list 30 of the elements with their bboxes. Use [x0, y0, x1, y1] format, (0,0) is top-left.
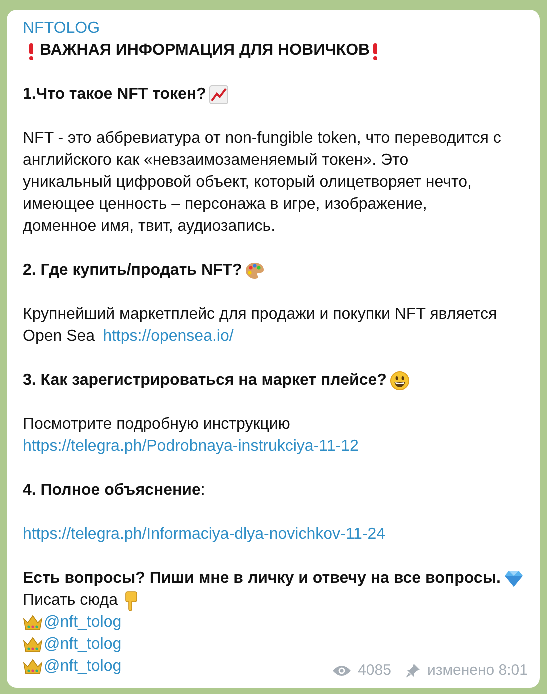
username-link[interactable]: @nft_tolog [44, 612, 122, 634]
exclamation-icon [373, 42, 378, 60]
paragraph: 4. Полное объяснение: [23, 481, 206, 501]
username-link[interactable]: @nft_tolog [44, 634, 122, 656]
link[interactable]: https://opensea.io/ [103, 328, 234, 345]
link[interactable]: https://telegra.ph/Podrobnaya-instrukciya-11-12 [23, 436, 359, 458]
paragraph: Крупнейший маркетплейс для продажи и покупки NFT является Open Sea https://opensea.io/ [23, 305, 498, 347]
edited-time: изменено 8:01 [427, 661, 528, 681]
pin-icon [405, 663, 422, 679]
view-count: 4085 [358, 661, 392, 681]
palette-icon [245, 261, 266, 281]
username-link[interactable]: @nft_tolog [44, 656, 122, 678]
section-heading: 1.Что такое NFT токен? [23, 85, 206, 105]
message-title: ВАЖНАЯ ИНФОРМАЦИЯ ДЛЯ НОВИЧКОВ [40, 41, 370, 61]
eye-icon [332, 664, 352, 678]
section-heading: 3. Как зарегистрироваться на маркет плейсе? [23, 371, 387, 391]
exclamation-icon [29, 42, 34, 60]
crown-icon [23, 657, 43, 677]
paragraph: Посмотрите подробную инструкцию [23, 415, 290, 435]
diamond-icon [504, 569, 524, 589]
section-heading: Есть вопросы? Пиши мне в личку и отвечу на все вопросы. [23, 569, 501, 589]
crown-icon [23, 613, 43, 633]
crown-icon [23, 635, 43, 655]
chart-icon [209, 85, 230, 105]
section-heading: 2. Где купить/продать NFT? [23, 261, 242, 281]
smiley-icon [390, 371, 410, 391]
paragraph: Писать сюда [23, 591, 118, 611]
paragraph: NFT - это аббревиатура от non-fungible token, что переводится с английского как «невзаимозаменяемый токен». Это уникальный цифровой объект, который олицетворяет нечто, имеющее ценность – персонажа в игре, изображение, доменное имя, твит, аудиозапись. [23, 129, 502, 237]
channel-name[interactable]: NFTOLOG [23, 18, 100, 40]
link[interactable]: https://telegra.ph/Informaciya-dlya-novichkov-11-24 [23, 524, 386, 546]
